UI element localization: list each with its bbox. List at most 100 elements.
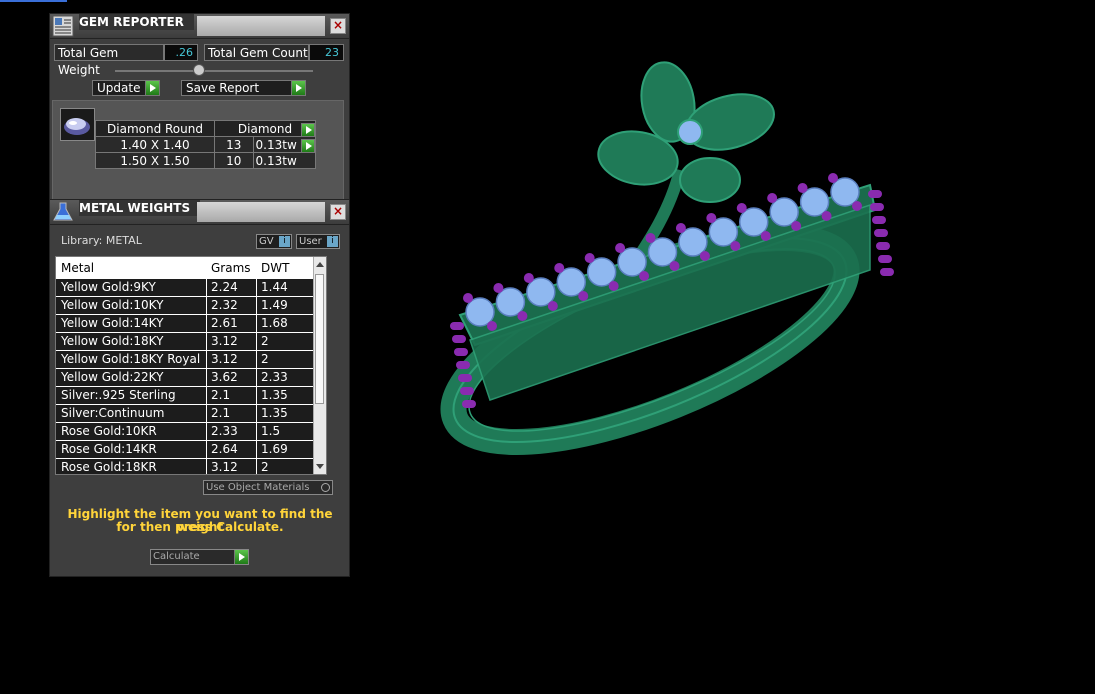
table-row[interactable]: Yellow Gold:9KY 2.24 1.44 [56,278,316,296]
prong [699,251,710,261]
side-prong [870,203,884,211]
prong [821,211,832,221]
radio-icon [321,483,330,492]
metal-grams: 3.62 [206,369,238,386]
metal-weights-close-button[interactable]: × [330,204,346,220]
gem-size: 1.50 X 1.50 [95,152,215,169]
metal-dwt: 2 [256,459,269,474]
gem-reporter-close-button[interactable]: × [330,18,346,34]
metal-weights-title: METAL WEIGHTS [79,200,201,216]
gv-label: GV [259,236,274,247]
calculate-button-label: Calculate [153,551,200,562]
instruction-line-2: for then press Calculate. [116,520,284,534]
metal-name: Yellow Gold:14KY [61,316,164,330]
prong [760,231,771,241]
slider-track[interactable] [115,70,313,72]
scroll-down-icon[interactable] [316,464,324,469]
gem-shape-header: Diamond Round [95,120,215,137]
gem-row-select-button[interactable] [301,139,315,153]
user-button[interactable]: User i [296,234,340,249]
table-row[interactable]: Yellow Gold:18KY Royal 3.12 2 [56,350,316,368]
prong [736,203,747,213]
metal-name: Silver:Continuum [61,406,165,420]
side-prong [456,361,470,369]
total-gem-count-value[interactable]: 23 [309,44,344,61]
prong [615,243,626,253]
metal-grams: 3.12 [206,459,238,474]
column-header-dwt[interactable]: DWT [261,261,289,275]
table-row[interactable]: Silver:.925 Sterling 2.1 1.35 [56,386,316,404]
scroll-thumb[interactable] [315,274,324,404]
metal-dwt: 1.35 [256,387,288,404]
play-icon [234,550,248,564]
total-gem-weight-value[interactable]: .26 [164,44,198,61]
gem-size: 1.40 X 1.40 [95,136,215,153]
metal-weights-panel: METAL WEIGHTS × Library: METAL GV i User… [49,199,350,577]
metal-name: Yellow Gold:9KY [61,280,156,294]
prong [797,183,808,193]
metal-dwt: 1.44 [256,279,288,296]
gem-row[interactable]: 1.40 X 1.40 13 0.13tw [95,136,317,153]
prong [554,263,565,273]
metal-name: Yellow Gold:22KY [61,370,164,384]
gem-row-select-button[interactable] [301,123,315,137]
metal-name: Yellow Gold:18KY [61,334,164,348]
side-prong [460,387,474,395]
save-report-button[interactable]: Save Report [181,80,306,96]
slider-handle[interactable] [193,64,205,76]
side-prong [878,255,892,263]
table-row[interactable]: Rose Gold:18KR 3.12 2 [56,458,316,474]
ring-model [440,61,877,455]
update-button[interactable]: Update [92,80,160,96]
metal-name: Rose Gold:18KR [61,460,157,474]
metal-grams: 3.12 [206,351,238,368]
prong [608,281,619,291]
side-prong [872,216,886,224]
metal-dwt: 2 [256,333,269,350]
table-row[interactable]: Rose Gold:14KR 2.64 1.69 [56,440,316,458]
side-prong [458,374,472,382]
metal-table-body: Yellow Gold:9KY 2.24 1.44 Yellow Gold:10KY 2… [56,278,316,474]
play-icon [291,81,305,95]
calculate-button[interactable]: Calculate [150,549,249,565]
gem-reporter-titlebar[interactable]: GEM REPORTER × [50,14,349,39]
side-prong [450,322,464,330]
metal-table-scrollbar[interactable] [313,257,326,474]
side-prong [454,348,468,356]
scroll-up-icon[interactable] [316,262,324,267]
column-header-grams[interactable]: Grams [211,261,251,275]
prong [517,311,528,321]
table-row[interactable]: Silver:Continuum 2.1 1.35 [56,404,316,422]
prong [487,321,497,331]
metal-grams: 2.61 [206,315,238,332]
table-row[interactable]: Rose Gold:10KR 2.33 1.5 [56,422,316,440]
table-row[interactable]: Yellow Gold:10KY 2.32 1.49 [56,296,316,314]
metal-weights-titlebar[interactable]: METAL WEIGHTS × [50,200,349,225]
metal-dwt: 1.49 [256,297,288,314]
titlebar-fill [197,16,325,36]
ring-viewport[interactable] [400,40,960,490]
gem-thumbnail-icon [60,108,95,141]
prong [547,301,558,311]
use-object-materials-dropdown[interactable]: Use Object Materials [203,480,333,495]
gem-reporter-title: GEM REPORTER [79,14,194,30]
prong [645,233,656,243]
table-row[interactable]: Yellow Gold:14KY 2.61 1.68 [56,314,316,332]
metal-grams: 2.64 [206,441,238,458]
side-prong [462,400,476,408]
metal-name: Yellow Gold:18KY Royal [61,352,201,366]
metal-dwt: 1.35 [256,405,288,422]
metal-dwt: 1.5 [256,423,280,440]
gem-weight: 0.13tw [252,152,317,169]
metal-grams: 2.24 [206,279,238,296]
side-prong [880,268,894,276]
metal-grams: 2.32 [206,297,238,314]
play-icon [145,81,159,95]
use-object-materials-label: Use Object Materials [206,482,310,493]
prong [791,221,802,231]
table-row[interactable]: Yellow Gold:22KY 3.62 2.33 [56,368,316,386]
column-header-metal[interactable]: Metal [61,261,94,275]
table-row[interactable]: Yellow Gold:18KY 3.12 2 [56,332,316,350]
gem-row[interactable]: 1.50 X 1.50 10 0.13tw [95,152,317,169]
gv-button[interactable]: GV i [256,234,292,249]
